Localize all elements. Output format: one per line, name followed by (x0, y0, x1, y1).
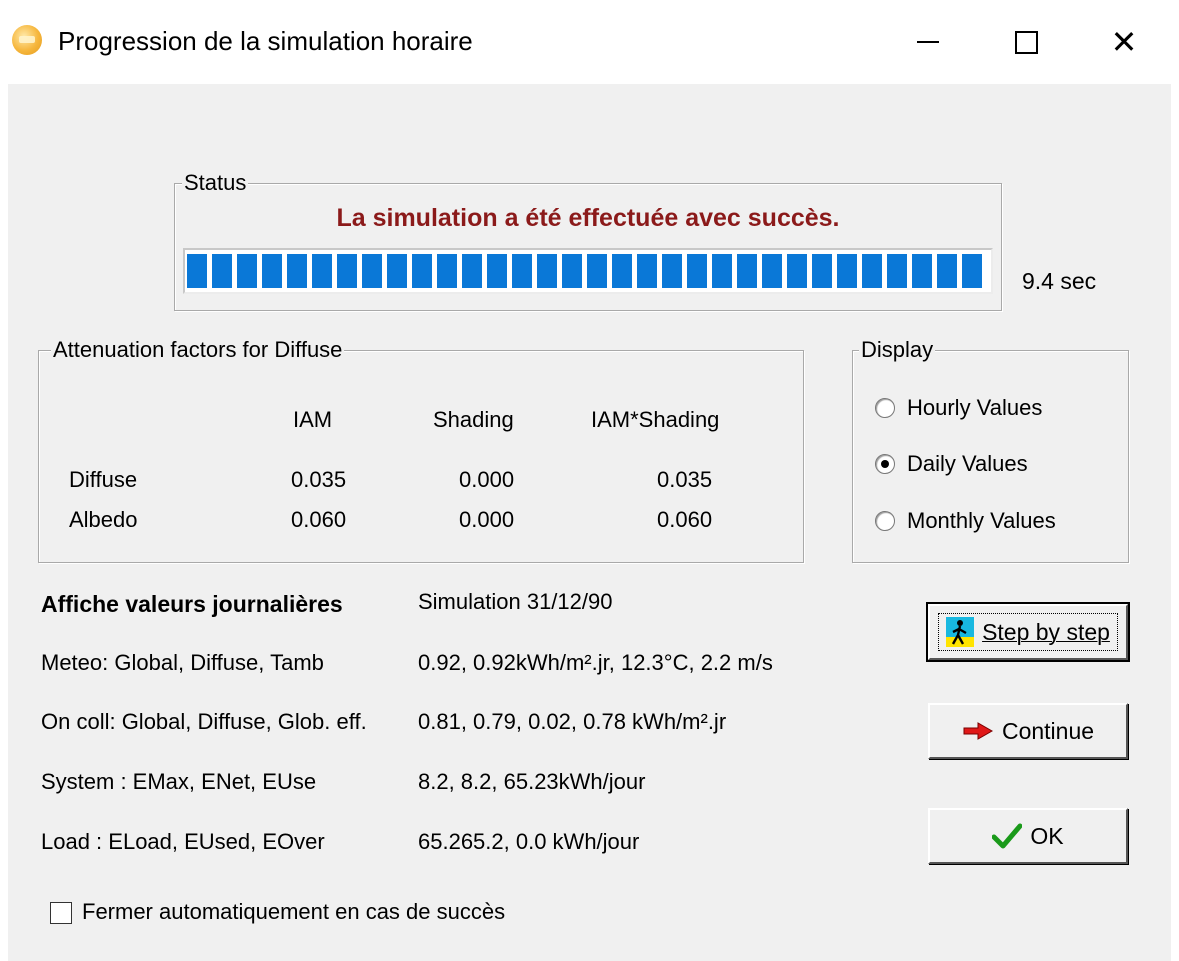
attenuation-legend: Attenuation factors for Diffuse (51, 337, 345, 363)
focus-ring (938, 613, 1118, 651)
maximize-button[interactable] (986, 14, 1066, 70)
load-value: 65.265.2, 0.0 kWh/jour (418, 829, 640, 854)
system-value: 8.2, 8.2, 65.23kWh/jour (418, 769, 646, 794)
elapsed-time: 9.4 sec (1022, 268, 1097, 294)
minimize-icon (917, 41, 939, 43)
daily-values-heading: Affiche valeurs journalières (41, 591, 343, 617)
ok-button[interactable]: OK (928, 808, 1128, 864)
title-bar: Progression de la simulation horaire ✕ (0, 0, 1179, 84)
auto-close-checkbox[interactable] (50, 902, 72, 924)
status-message: La simulation a été effectuée avec succè… (336, 204, 840, 232)
header-shading: Shading (433, 407, 514, 432)
ok-label: OK (1030, 822, 1064, 849)
albedo-iam-shading: 0.060 (657, 507, 713, 532)
simulation-date: Simulation 31/12/90 (418, 589, 613, 614)
diffuse-iam: 0.035 (291, 467, 347, 492)
system-label: System : EMax, ENet, EUse (41, 769, 317, 794)
meteo-value: 0.92, 0.92kWh/m².jr, 12.3°C, 2.2 m/s (418, 650, 773, 675)
dialog-body: Status La simulation a été effectuée ave… (8, 84, 1171, 961)
radio-circle[interactable] (875, 511, 895, 531)
progress-bar-fill (187, 254, 985, 288)
status-legend: Status (182, 170, 249, 196)
radio-label: Monthly Values (907, 508, 1056, 533)
continue-button[interactable]: Continue (928, 703, 1128, 759)
radio-circle-selected[interactable] (875, 454, 895, 474)
red-arrow-icon (963, 722, 993, 740)
step-by-step-button[interactable]: Step by step (926, 602, 1130, 662)
maximize-icon (1014, 30, 1038, 54)
green-check-icon (992, 823, 1023, 849)
albedo-shading: 0.000 (459, 507, 515, 532)
radio-daily-values[interactable]: Daily Values (875, 451, 1028, 477)
radio-hourly-values[interactable]: Hourly Values (875, 395, 1042, 421)
window-title: Progression de la simulation horaire (58, 26, 473, 56)
albedo-iam: 0.060 (291, 507, 347, 532)
display-group: Display Hourly Values Daily Values Month… (852, 337, 1129, 563)
continue-label: Continue (1001, 717, 1095, 744)
header-iam-shading: IAM*Shading (591, 407, 720, 432)
pvsyst-sun-icon (12, 25, 42, 55)
display-legend: Display (859, 337, 936, 363)
attenuation-group: Attenuation factors for Diffuse IAM Shad… (38, 337, 804, 563)
header-iam: IAM (293, 407, 333, 432)
diffuse-iam-shading: 0.035 (657, 467, 713, 492)
radio-monthly-values[interactable]: Monthly Values (875, 508, 1056, 534)
auto-close-label[interactable]: Fermer automatiquement en cas de succès (82, 898, 505, 926)
progress-bar (183, 248, 993, 294)
meteo-label: Meteo: Global, Diffuse, Tamb (41, 650, 324, 675)
load-label: Load : ELoad, EUsed, EOver (41, 829, 325, 854)
radio-label: Hourly Values (907, 395, 1043, 420)
radio-label: Daily Values (907, 451, 1028, 476)
diffuse-shading: 0.000 (459, 467, 515, 492)
row-label-diffuse: Diffuse (69, 467, 138, 492)
on-coll-value: 0.81, 0.79, 0.02, 0.78 kWh/m².jr (418, 709, 727, 734)
row-label-albedo: Albedo (69, 507, 138, 532)
radio-circle[interactable] (875, 398, 895, 418)
close-icon: ✕ (1110, 24, 1138, 60)
on-coll-label: On coll: Global, Diffuse, Glob. eff. (41, 709, 367, 734)
close-button[interactable]: ✕ (1084, 14, 1164, 70)
minimize-button[interactable] (888, 14, 968, 70)
status-group: Status La simulation a été effectuée ave… (174, 170, 1002, 311)
